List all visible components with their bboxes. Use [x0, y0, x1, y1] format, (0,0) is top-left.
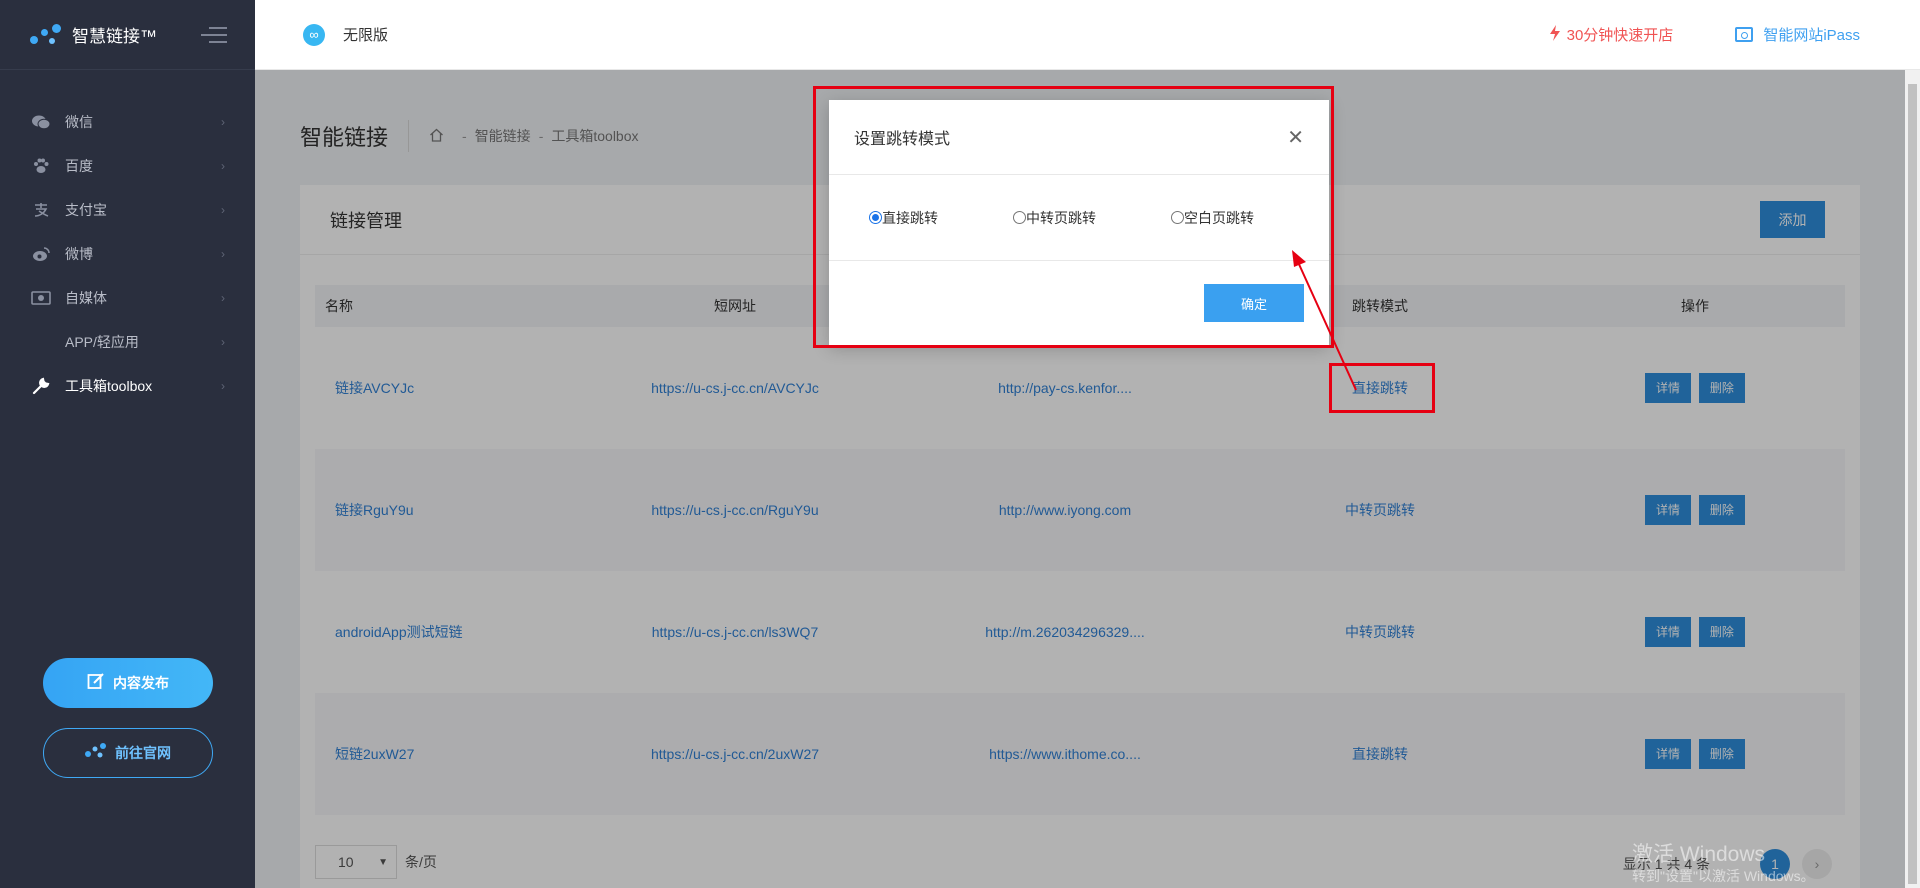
- page-scrollbar[interactable]: [1905, 70, 1920, 888]
- app-icon: [30, 334, 52, 350]
- ipass-link[interactable]: 智能网站iPass: [1735, 24, 1860, 45]
- edit-icon: [87, 672, 105, 694]
- wrench-icon: [30, 377, 52, 395]
- annotation-box-mode: [1329, 363, 1435, 413]
- chevron-right-icon: ›: [221, 115, 225, 129]
- chevron-right-icon: ›: [221, 379, 225, 393]
- sidebar: 智慧链接™ 微信 › 百度 › 支付宝 › 微博 › 自媒体 › APP/轻应用…: [0, 0, 255, 888]
- sidebar-item-app[interactable]: APP/轻应用 ›: [0, 320, 255, 364]
- visit-website-label: 前往官网: [115, 745, 171, 761]
- top-bar: ∞ 无限版 30分钟快速开店 智能网站iPass: [255, 0, 1920, 70]
- alipay-icon: [30, 202, 52, 218]
- sidebar-item-label: 微信: [65, 114, 93, 130]
- sidebar-item-weibo[interactable]: 微博 ›: [0, 232, 255, 276]
- network-logo-icon: [85, 743, 107, 763]
- windows-watermark-sub: 转到"设置"以激活 Windows。: [1632, 868, 1815, 884]
- sidebar-header: 智慧链接™: [0, 0, 255, 70]
- media-icon: [30, 290, 52, 306]
- sidebar-item-toolbox[interactable]: 工具箱toolbox ›: [0, 364, 255, 408]
- app-title: 智慧链接™: [72, 27, 157, 46]
- quick-shop-link[interactable]: 30分钟快速开店: [1549, 24, 1674, 45]
- ipass-label: 智能网站iPass: [1763, 27, 1860, 44]
- quick-shop-label: 30分钟快速开店: [1566, 27, 1674, 44]
- sidebar-item-alipay[interactable]: 支付宝 ›: [0, 188, 255, 232]
- sidebar-item-label: APP/轻应用: [65, 334, 139, 350]
- lightning-icon: [1549, 24, 1561, 45]
- sidebar-item-label: 工具箱toolbox: [65, 378, 153, 394]
- weibo-icon: [30, 246, 52, 262]
- logo-icon: [30, 23, 62, 46]
- publish-content-label: 内容发布: [113, 675, 169, 691]
- top-right-links: 30分钟快速开店 智能网站iPass: [1549, 24, 1920, 45]
- sidebar-item-media[interactable]: 自媒体 ›: [0, 276, 255, 320]
- edition-label: 无限版: [343, 27, 389, 44]
- visit-website-button[interactable]: 前往官网: [43, 728, 213, 778]
- chevron-right-icon: ›: [221, 247, 225, 261]
- chevron-right-icon: ›: [221, 159, 225, 173]
- chevron-right-icon: ›: [221, 335, 225, 349]
- sidebar-item-label: 微博: [65, 246, 93, 262]
- sidebar-item-wechat[interactable]: 微信 ›: [0, 100, 255, 144]
- sidebar-item-label: 百度: [65, 158, 93, 174]
- sidebar-item-label: 自媒体: [65, 290, 107, 306]
- chevron-right-icon: ›: [221, 203, 225, 217]
- edition-badge: ∞ 无限版: [303, 23, 389, 46]
- annotation-box-dialog: [813, 86, 1334, 348]
- app-root: 智慧链接™ 微信 › 百度 › 支付宝 › 微博 › 自媒体 › APP/轻应用…: [0, 0, 1920, 888]
- ipass-icon: [1735, 27, 1754, 42]
- publish-content-button[interactable]: 内容发布: [43, 658, 213, 708]
- sidebar-item-label: 支付宝: [65, 202, 107, 218]
- chevron-right-icon: ›: [221, 291, 225, 305]
- baidu-paw-icon: [30, 158, 52, 174]
- infinity-icon: ∞: [303, 23, 325, 46]
- menu-toggle-icon[interactable]: [201, 26, 227, 43]
- sidebar-menu: 微信 › 百度 › 支付宝 › 微博 › 自媒体 › APP/轻应用 › 工具箱…: [0, 100, 255, 408]
- windows-watermark: 激活 Windows: [1632, 843, 1766, 866]
- wechat-icon: [30, 114, 52, 130]
- sidebar-item-baidu[interactable]: 百度 ›: [0, 144, 255, 188]
- scrollbar-thumb[interactable]: [1908, 84, 1917, 884]
